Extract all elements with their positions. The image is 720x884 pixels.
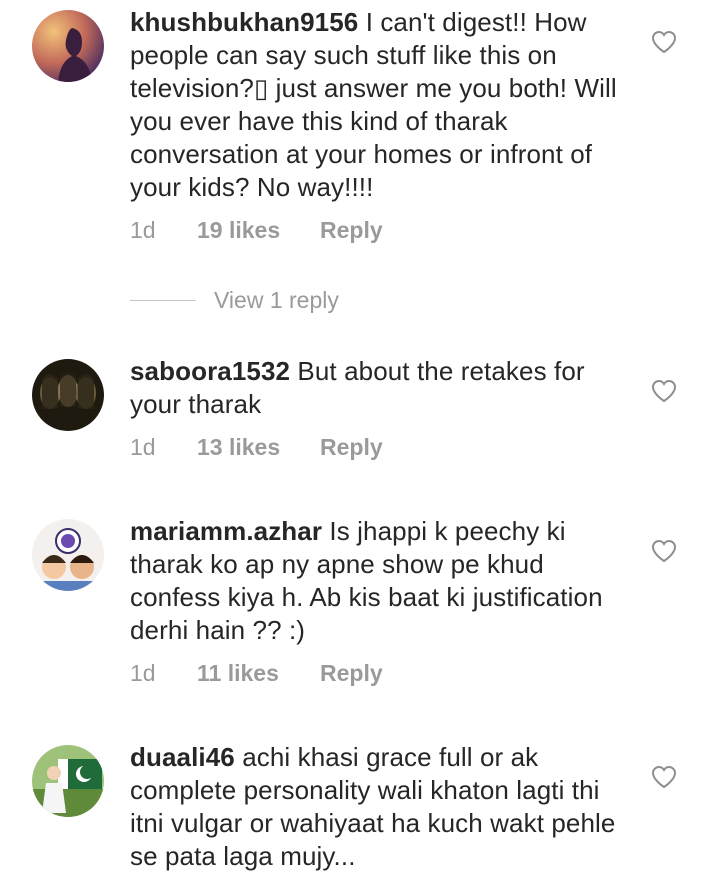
comment-body: saboora1532 But about the retakes for yo… xyxy=(130,355,630,421)
heart-outline-icon[interactable] xyxy=(651,379,677,403)
avatar[interactable] xyxy=(32,745,104,817)
heart-outline-icon[interactable] xyxy=(651,30,677,54)
heart-outline-icon[interactable] xyxy=(651,765,677,789)
comment-username[interactable]: saboora1532 xyxy=(130,356,290,386)
reply-button[interactable]: Reply xyxy=(320,434,383,461)
avatar[interactable] xyxy=(32,519,104,591)
avatar[interactable] xyxy=(32,10,104,82)
reply-button[interactable]: Reply xyxy=(320,660,383,687)
heart-outline-icon[interactable] xyxy=(651,539,677,563)
comment-likes[interactable]: 19 likes xyxy=(197,217,320,244)
comment-likes[interactable]: 11 likes xyxy=(197,660,320,687)
comment-time: 1d xyxy=(130,660,156,686)
replies-divider xyxy=(130,299,196,301)
comment-meta: 1d 19 likes Reply xyxy=(130,217,383,244)
view-replies-label[interactable]: View 1 reply xyxy=(214,287,339,314)
comment-meta: 1d 11 likes Reply xyxy=(130,660,383,687)
comment-time: 1d xyxy=(130,217,156,243)
comment-meta: 1d 13 likes Reply xyxy=(130,434,383,461)
avatar[interactable] xyxy=(32,359,104,431)
reply-button[interactable]: Reply xyxy=(320,217,383,244)
view-replies-button[interactable]: View 1 reply xyxy=(130,285,339,315)
comment-username[interactable]: duaali46 xyxy=(130,742,235,772)
comment-body: duaali46 achi khasi grace full or ak com… xyxy=(130,741,630,873)
comment-username[interactable]: khushbukhan9156 xyxy=(130,7,358,37)
comment-username[interactable]: mariamm.azhar xyxy=(130,516,322,546)
comment-body: mariamm.azhar Is jhappi k peechy ki thar… xyxy=(130,515,630,647)
comment-body: khushbukhan9156 I can't digest!! How peo… xyxy=(130,6,630,204)
comment-likes[interactable]: 13 likes xyxy=(197,434,320,461)
comment-time: 1d xyxy=(130,434,156,460)
